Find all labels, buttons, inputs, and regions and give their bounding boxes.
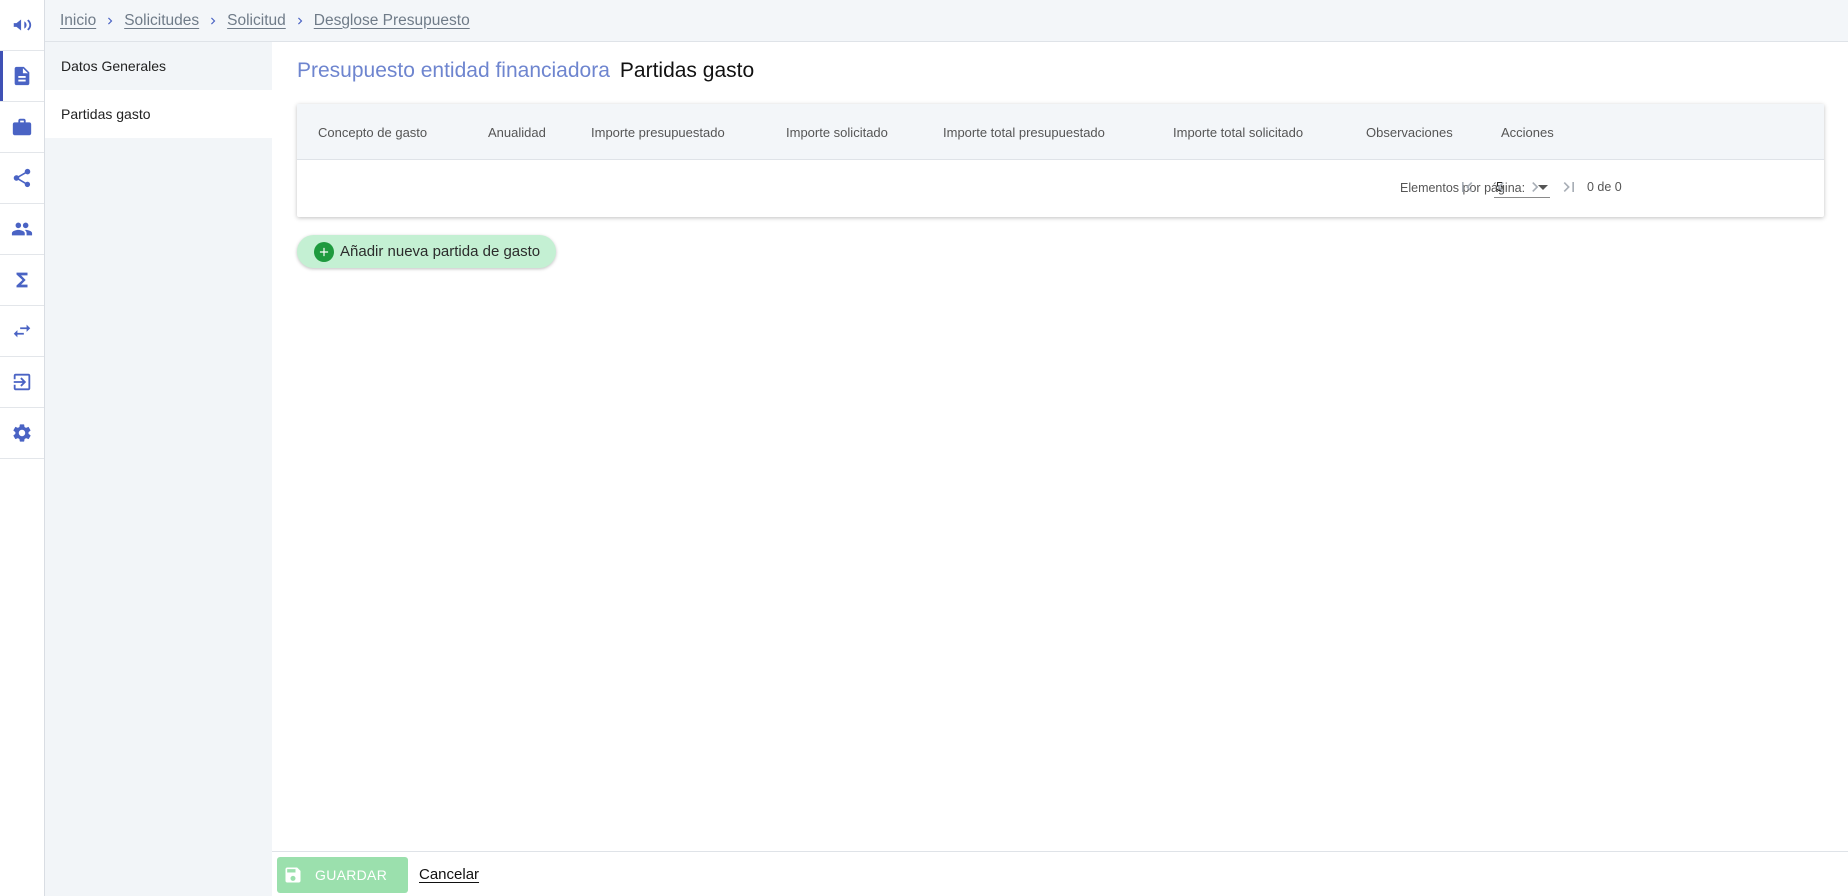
exit-icon — [13, 373, 31, 391]
subnav-item-datos-generales[interactable]: Datos Generales — [45, 42, 272, 90]
rail-item-intercambio[interactable] — [0, 306, 44, 357]
add-partida-label: Añadir nueva partida de gasto — [340, 243, 541, 260]
chevron-right-icon — [292, 13, 308, 29]
plus-circle-icon — [314, 241, 334, 262]
chevron-left-icon — [1497, 182, 1504, 192]
chevron-right-icon — [102, 13, 118, 29]
column-header-anualidad[interactable]: Anualidad — [488, 104, 546, 160]
rail-item-personas[interactable] — [0, 204, 44, 255]
icon-rail — [0, 0, 45, 896]
table-header-row: Concepto de gasto Anualidad Importe pres… — [297, 104, 1824, 160]
paginator: Elementos por página: 5 0 de 0 — [297, 160, 1824, 217]
breadcrumb-link-solicitud[interactable]: Solicitud — [227, 12, 286, 30]
previous-page-button[interactable] — [1488, 174, 1514, 200]
column-header-concepto[interactable]: Concepto de gasto — [318, 104, 427, 160]
last-page-icon — [1563, 182, 1574, 192]
rail-item-proyectos[interactable] — [0, 102, 44, 153]
megaphone-icon — [13, 19, 32, 31]
share-icon — [13, 168, 31, 188]
rail-item-ajustes[interactable] — [0, 408, 44, 459]
column-header-acciones: Acciones — [1501, 124, 1554, 140]
cancel-link[interactable]: Cancelar — [419, 866, 479, 883]
subnav-item-partidas-gasto[interactable]: Partidas gasto — [45, 90, 272, 138]
page-title-context: Presupuesto entidad financiadora — [297, 59, 610, 82]
page-title: Presupuesto entidad financiadora Partida… — [297, 59, 754, 83]
partidas-table: Concepto de gasto Anualidad Importe pres… — [297, 104, 1824, 217]
next-page-button[interactable] — [1522, 174, 1548, 200]
breadcrumb-link-inicio[interactable]: Inicio — [60, 12, 96, 30]
first-page-button[interactable] — [1454, 174, 1480, 200]
column-header-importe-solicitado[interactable]: Importe solicitado — [786, 104, 888, 160]
swap-icon — [13, 324, 31, 338]
sigma-icon — [16, 272, 28, 288]
floppy-disk-icon — [285, 867, 301, 883]
breadcrumb-link-solicitudes[interactable]: Solicitudes — [124, 12, 199, 30]
last-page-button[interactable] — [1556, 174, 1582, 200]
first-page-icon — [1462, 182, 1473, 192]
chevron-right-icon — [1532, 182, 1539, 192]
breadcrumb-link-desglose[interactable]: Desglose Presupuesto — [314, 12, 470, 30]
action-footer: GUARDAR Cancelar — [272, 851, 1848, 896]
rail-item-solicitudes[interactable] — [0, 51, 44, 102]
breadcrumb: Inicio Solicitudes Solicitud Desglose Pr… — [45, 0, 1848, 42]
section-nav: Datos Generales Partidas gasto — [45, 42, 272, 896]
column-header-importe-presupuestado[interactable]: Importe presupuestado — [591, 104, 725, 160]
people-icon — [11, 222, 33, 236]
save-button-label: GUARDAR — [315, 867, 388, 883]
save-button[interactable]: GUARDAR — [277, 857, 408, 893]
rail-item-salir[interactable] — [0, 357, 44, 408]
gear-icon — [13, 424, 31, 442]
briefcase-icon — [12, 118, 32, 136]
page-range-label: 0 de 0 — [1587, 180, 1622, 194]
page-title-section: Partidas gasto — [619, 59, 755, 82]
rail-item-convocatorias[interactable] — [0, 0, 44, 51]
rail-item-sumatorio[interactable] — [0, 255, 44, 306]
column-header-importe-total-solicitado[interactable]: Importe total solicitado — [1173, 104, 1303, 160]
document-icon — [14, 66, 30, 86]
chevron-right-icon — [205, 13, 221, 29]
main-content: Presupuesto entidad financiadora Partida… — [272, 42, 1848, 851]
column-header-importe-total-presupuestado[interactable]: Importe total presupuestado — [943, 104, 1105, 160]
add-partida-button[interactable]: Añadir nueva partida de gasto — [297, 235, 557, 268]
rail-item-compartir[interactable] — [0, 153, 44, 204]
column-header-observaciones[interactable]: Observaciones — [1366, 104, 1453, 160]
